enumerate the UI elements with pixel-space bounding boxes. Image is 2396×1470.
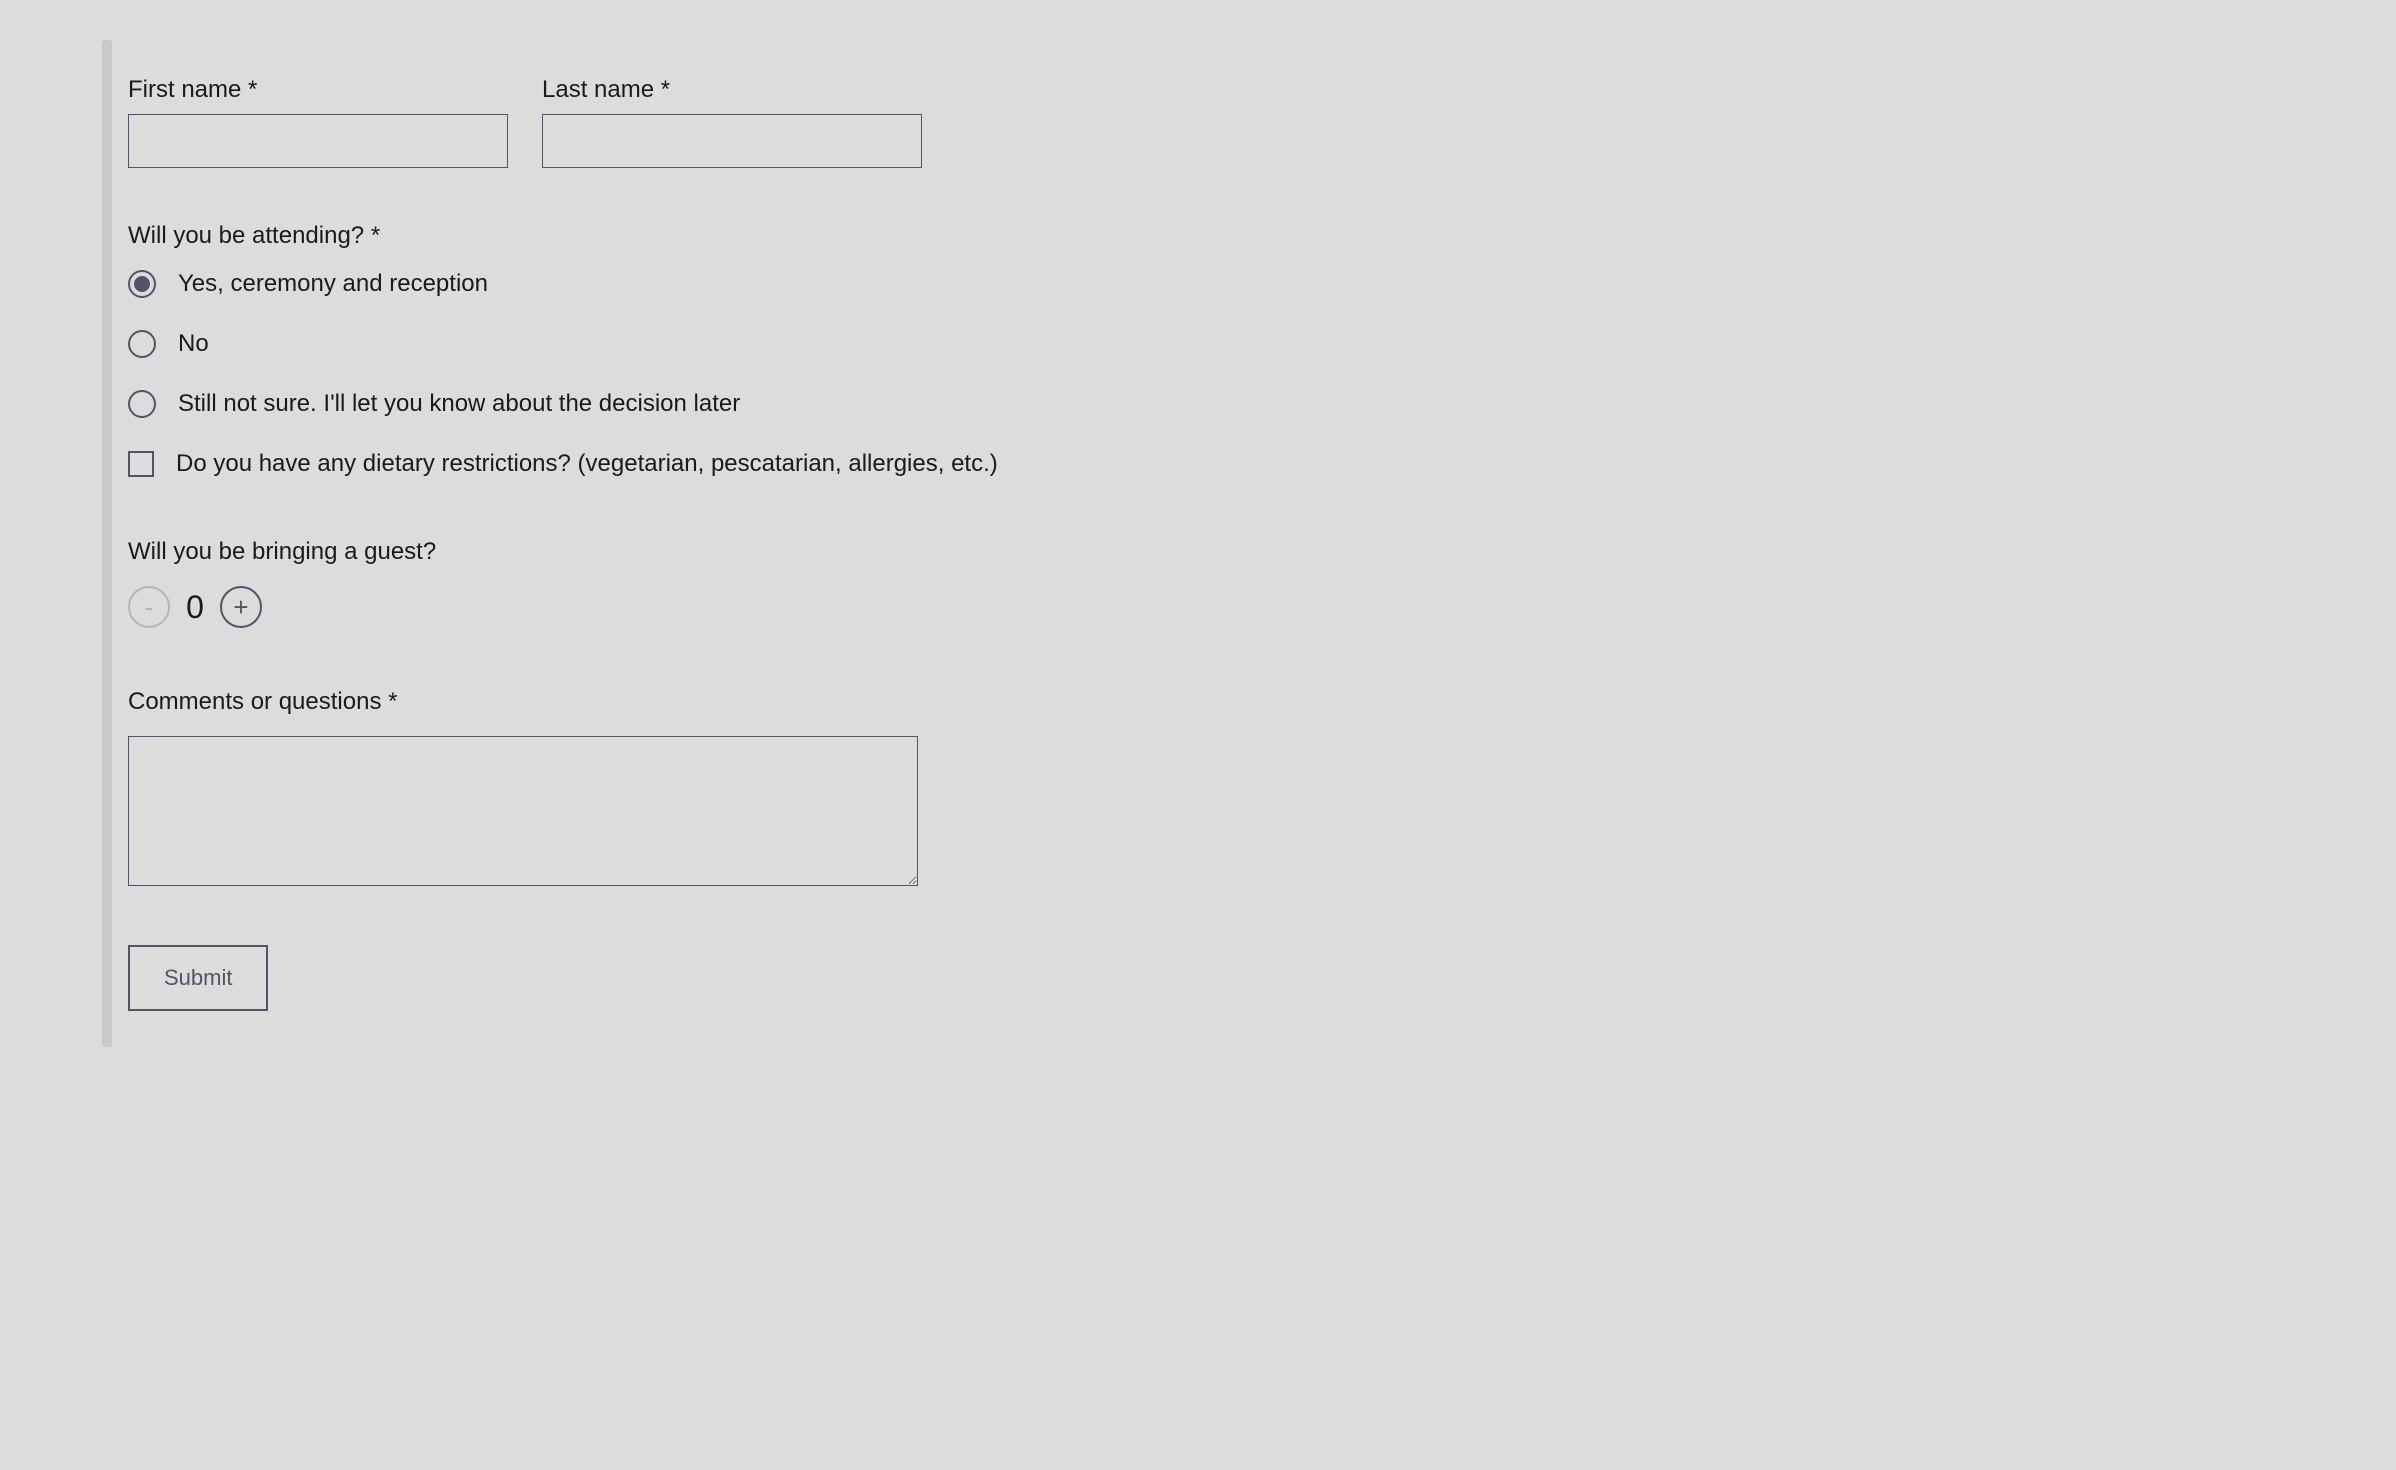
radio-option-no[interactable]: No: [128, 330, 2396, 358]
minus-icon: -: [145, 594, 154, 620]
checkbox-icon: [128, 451, 154, 477]
last-name-group: Last name *: [542, 76, 922, 168]
name-row: First name * Last name *: [128, 76, 2396, 168]
guest-stepper: - 0 +: [128, 586, 2396, 628]
scrollbar-indicator: [102, 40, 112, 1047]
comments-block: Comments or questions *: [128, 688, 2396, 893]
guest-count-value: 0: [184, 589, 206, 626]
rsvp-form: First name * Last name * Will you be att…: [128, 40, 2396, 1047]
submit-button-label: Submit: [164, 965, 232, 990]
radio-option-yes[interactable]: Yes, ceremony and reception: [128, 270, 2396, 298]
radio-icon: [128, 270, 156, 298]
guest-label: Will you be bringing a guest?: [128, 538, 2396, 566]
dietary-label: Do you have any dietary restrictions? (v…: [176, 450, 998, 478]
radio-inner-icon: [134, 276, 150, 292]
first-name-input[interactable]: [128, 114, 508, 168]
comments-textarea[interactable]: [128, 736, 918, 886]
stepper-plus-button[interactable]: +: [220, 586, 262, 628]
dietary-checkbox-row[interactable]: Do you have any dietary restrictions? (v…: [128, 450, 2396, 478]
first-name-label: First name *: [128, 76, 508, 104]
radio-label-no: No: [178, 330, 209, 358]
form-content: First name * Last name * Will you be att…: [128, 40, 2396, 1047]
submit-button[interactable]: Submit: [128, 945, 268, 1011]
comments-label: Comments or questions *: [128, 688, 2396, 716]
last-name-label: Last name *: [542, 76, 922, 104]
attending-block: Will you be attending? * Yes, ceremony a…: [128, 222, 2396, 478]
attending-label: Will you be attending? *: [128, 222, 2396, 250]
radio-label-yes: Yes, ceremony and reception: [178, 270, 488, 298]
radio-option-unsure[interactable]: Still not sure. I'll let you know about …: [128, 390, 2396, 418]
radio-icon: [128, 330, 156, 358]
last-name-input[interactable]: [542, 114, 922, 168]
stepper-minus-button[interactable]: -: [128, 586, 170, 628]
plus-icon: +: [233, 594, 248, 620]
guest-block: Will you be bringing a guest? - 0 +: [128, 538, 2396, 628]
radio-label-unsure: Still not sure. I'll let you know about …: [178, 390, 740, 418]
radio-icon: [128, 390, 156, 418]
first-name-group: First name *: [128, 76, 508, 168]
